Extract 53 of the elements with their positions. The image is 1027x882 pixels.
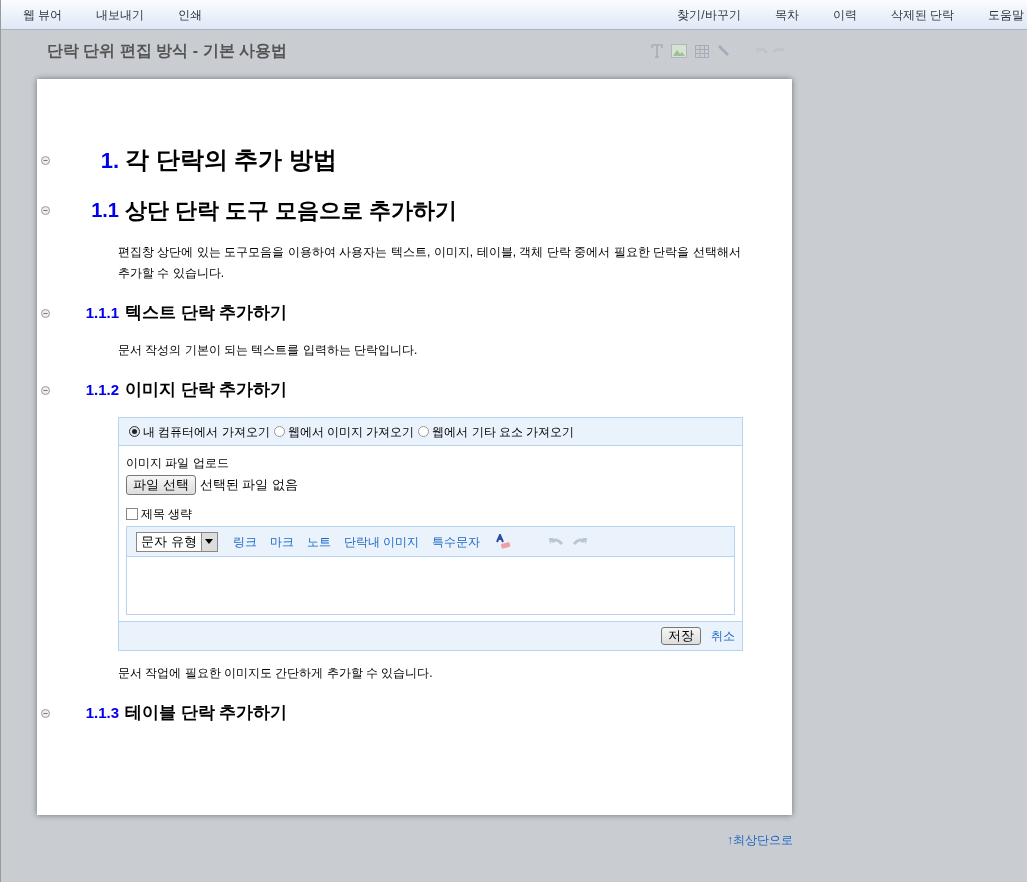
dropdown-caret-icon [205,539,214,544]
omit-caption-checkbox[interactable]: 제목 생략 [126,505,193,523]
file-status: 선택된 파일 없음 [199,476,298,495]
body-paragraph: 편집창 상단에 있는 도구모음을 이용하여 사용자는 텍스트, 이미지, 테이블, 객체 단락 중에서 필요한 단락을 선택해서 추가할 수 있습니다. [118,244,741,282]
image-icon[interactable] [671,44,687,58]
collapse-icon[interactable] [41,205,50,215]
menu-item[interactable]: 찾기/바꾸기 [677,5,741,24]
text-paragraph-icon[interactable] [651,44,663,58]
toolbar-link[interactable]: 단락내 이미지 [343,532,419,551]
cancel-link[interactable]: 취소 [711,627,735,645]
toolbar-link[interactable]: 링크 [232,532,257,551]
section-number: 1.1.1 [84,302,120,323]
section-heading: 텍스트 단락 추가하기 [125,302,288,325]
source-radio[interactable] [418,426,430,437]
menu-item[interactable]: 이력 [832,5,857,24]
source-option-label: 내 컴퓨터에서 가져오기 [143,423,270,441]
section-heading: 테이블 단락 추가하기 [125,702,288,725]
menu-item[interactable]: 도움말 [988,5,1024,24]
collapse-icon[interactable] [41,308,50,318]
body-paragraph: 문서 작업에 필요한 이미지도 간단하게 추가할 수 있습니다. [118,665,434,682]
source-option-label: 웹에서 기타 요소 가져오기 [432,423,575,441]
menu-item[interactable]: 인쇄 [178,5,203,24]
section-number: 1.1.2 [84,379,120,400]
menu-item[interactable]: 목차 [774,5,799,24]
back-to-top-link[interactable]: ↑최상단으로 [727,831,793,849]
style-select[interactable]: 문자 유형 [136,531,218,552]
upload-label: 이미지 파일 업로드 [126,455,230,472]
save-button[interactable]: 저장 [661,627,701,645]
section-heading: 상단 단락 도구 모음으로 추가하기 [125,196,458,225]
body-paragraph: 문서 작성의 기본이 되는 텍스트를 입력하는 단락입니다. [118,342,419,359]
section-heading: 이미지 단락 추가하기 [125,379,288,402]
undo-icon[interactable] [547,535,564,548]
menu-item[interactable]: 내보내기 [96,5,145,24]
menu-item[interactable]: 삭제된 단락 [890,5,954,24]
section-number: 1. [99,146,120,175]
collapse-icon[interactable] [41,708,50,718]
collapse-icon[interactable] [41,385,50,395]
file-select-button[interactable]: 파일 선택 [126,475,196,495]
section-number: 1.1 [90,198,120,223]
toolbar-link[interactable]: 마크 [269,532,294,551]
table-icon[interactable] [695,44,709,58]
redo-icon[interactable] [571,535,588,548]
collapse-icon[interactable] [41,155,50,165]
toolbar-link[interactable]: 노트 [306,532,331,551]
document-title: 단락 단위 편집 방식 - 기본 사용법 [47,41,287,61]
source-option-label: 웹에서 이미지 가져오기 [287,423,415,441]
section-number: 1.1.3 [84,702,120,723]
clear-format-icon[interactable] [494,533,511,550]
toolbar-link[interactable]: 특수문자 [431,532,480,551]
source-radio[interactable] [129,426,140,437]
section-heading: 각 단락의 추가 방법 [125,145,337,175]
source-radio[interactable] [273,426,285,437]
menu-item[interactable]: 웹 뷰어 [23,5,63,24]
